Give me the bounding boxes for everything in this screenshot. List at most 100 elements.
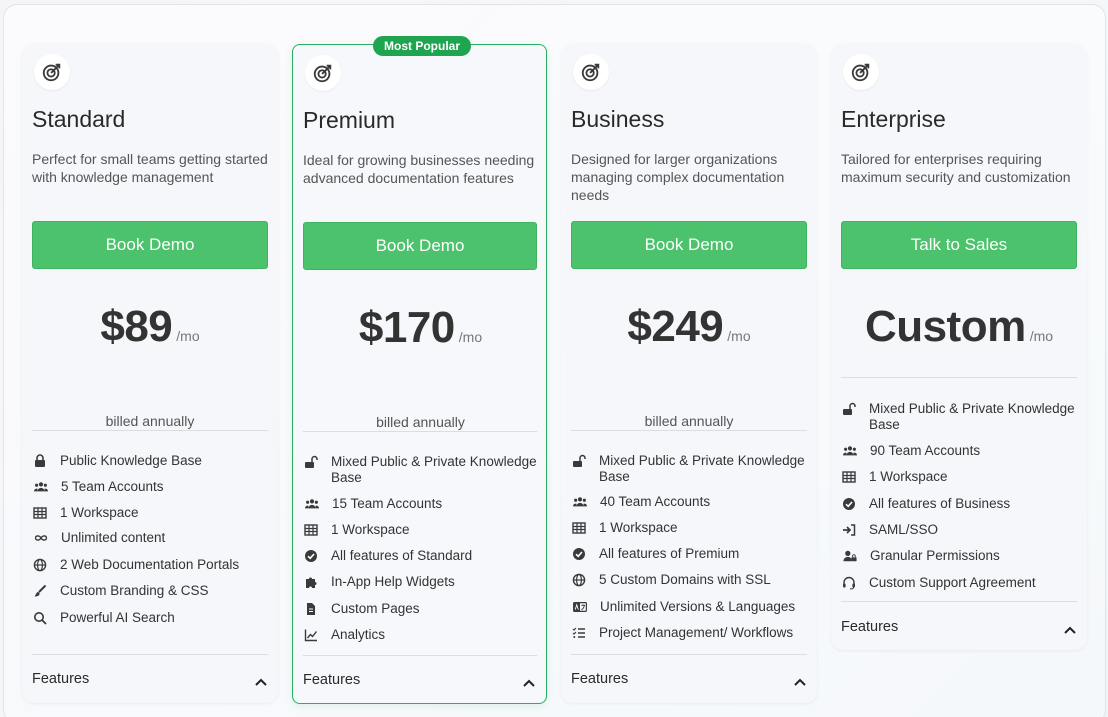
feature-text: Mixed Public & Private Knowledge Base [869,401,1075,432]
feature-text: Powerful AI Search [60,610,175,625]
feature-text: 90 Team Accounts [870,443,981,458]
book-demo-button[interactable]: Book Demo [303,222,537,270]
plan-description: Designed for larger organizations managi… [571,151,785,203]
feature-text: All features of Standard [331,548,473,563]
features-toggle-label: Features [571,671,629,687]
feature-text: 5 Team Accounts [61,479,164,494]
puzzle-icon [303,574,319,590]
book-demo-button[interactable]: Book Demo [571,221,807,269]
price-row: Custom/mo [831,302,1087,352]
features-toggle-label: Features [32,671,90,687]
chevron-up-icon[interactable] [522,676,536,690]
feature-item: 1 Workspace [571,520,811,536]
divider [571,430,807,431]
feature-text: Project Management/ Workflows [599,625,794,640]
check-circle-icon [571,546,587,562]
plan-description: Perfect for small teams getting started … [32,151,268,185]
globe-icon [571,572,587,588]
price: $249 [627,302,724,351]
plan-card-standard: Standard Perfect for small teams getting… [22,44,278,703]
feature-text: In-App Help Widgets [331,574,455,589]
divider [841,377,1077,378]
feature-item: Custom Pages [303,601,543,617]
divider [32,430,268,431]
feature-item: 5 Custom Domains with SSL [571,572,811,588]
target-icon [34,54,70,90]
feature-item: Unlimited content [32,530,273,546]
plan-name: Standard [32,106,126,132]
price-period: /mo [458,329,483,345]
brush-icon [32,583,48,599]
feature-text: Granular Permissions [870,548,1000,563]
chevron-up-icon[interactable] [793,675,807,689]
unlock-icon [571,453,587,469]
user-lock-icon [841,548,859,564]
feature-text: Analytics [331,627,386,642]
divider [571,654,807,655]
feature-item: 5 Team Accounts [32,479,273,495]
price-row: $249/mo [561,302,817,352]
price-row: $89/mo [22,302,278,352]
plan-card-business: Business Designed for larger organizatio… [561,44,817,703]
plan-name: Enterprise [841,106,946,132]
feature-text: 15 Team Accounts [332,496,443,511]
feature-text: 2 Web Documentation Portals [60,557,240,572]
target-icon [843,54,879,90]
feature-text: 1 Workspace [331,522,410,537]
feature-text: 1 Workspace [869,469,948,484]
users-icon [841,443,859,459]
price: $89 [100,302,173,351]
plan-description: Tailored for enterprises requiring maxim… [841,151,1071,185]
list-check-icon [571,625,587,641]
chevron-up-icon[interactable] [254,675,268,689]
chart-line-icon [303,627,319,643]
feature-text: Unlimited content [61,530,166,545]
table-icon [32,505,48,521]
feature-text: Unlimited Versions & Languages [600,599,796,614]
feature-text: Mixed Public & Private Knowledge Base [331,454,537,485]
feature-text: Custom Branding & CSS [60,583,209,598]
feature-item: Mixed Public & Private Knowledge Base [841,401,1081,433]
users-icon [32,479,50,495]
book-demo-button[interactable]: Book Demo [32,221,268,269]
price: $170 [358,303,455,352]
chevron-up-icon[interactable] [1063,623,1077,637]
feature-item: 1 Workspace [303,522,543,538]
price-period: /mo [176,328,200,344]
check-circle-icon [841,496,857,512]
billed-note: billed annually [376,414,465,430]
target-icon [573,54,609,90]
plan-name: Business [571,106,665,132]
feature-item: Custom Support Agreement [841,575,1081,591]
check-circle-icon [303,548,319,564]
feature-item: All features of Premium [571,546,811,562]
file-icon [303,601,319,617]
plan-name: Premium [303,107,396,133]
feature-item: SAML/SSO [841,522,1081,538]
feature-item: 1 Workspace [841,469,1081,485]
unlock-icon [303,454,319,470]
features-toggle-label: Features [303,672,361,688]
table-icon [841,469,857,485]
infinity-icon [32,530,50,546]
language-icon [571,599,589,615]
lock-icon [32,453,48,469]
table-icon [303,522,319,538]
feature-text: 5 Custom Domains with SSL [599,572,771,587]
talk-to-sales-button[interactable]: Talk to Sales [841,221,1077,269]
plan-card-enterprise: Enterprise Tailored for enterprises requ… [831,44,1087,650]
divider [303,431,537,432]
feature-text: Custom Pages [331,601,420,616]
feature-text: Mixed Public & Private Knowledge Base [599,453,805,484]
feature-text: SAML/SSO [869,522,939,537]
divider [303,655,537,656]
feature-item: 2 Web Documentation Portals [32,557,272,573]
unlock-icon [841,401,857,417]
price-row: $170/mo [293,303,548,353]
feature-item: Granular Permissions [841,548,1082,564]
feature-item: Unlimited Versions & Languages [571,599,812,615]
feature-text: Public Knowledge Base [60,453,202,468]
feature-item: All features of Business [841,496,1081,512]
feature-item: 90 Team Accounts [841,443,1082,459]
most-popular-badge: Most Popular [373,36,472,56]
